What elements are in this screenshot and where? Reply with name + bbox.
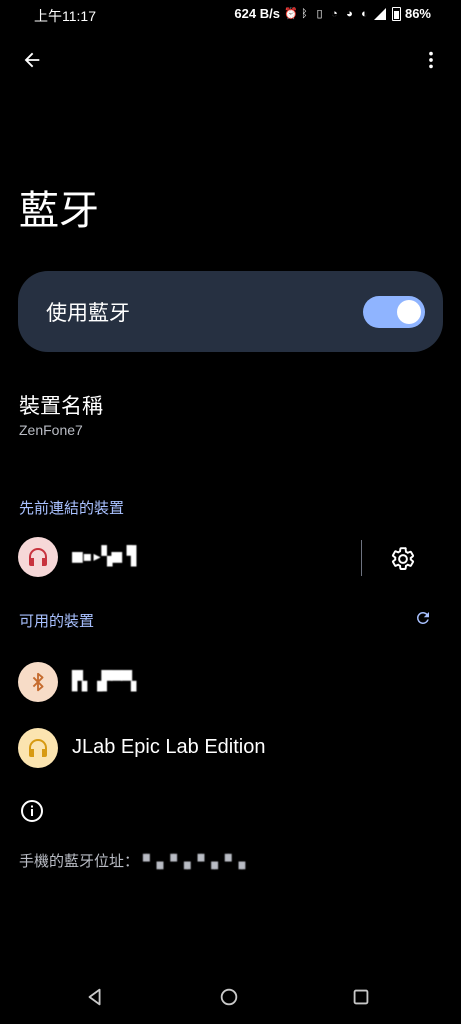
status-bar: 上午11:17 624 B/s ⏰ ᛒ ▯ ◔ ◕ ◐ 86% bbox=[0, 0, 461, 30]
info-icon bbox=[20, 799, 44, 823]
use-bluetooth-label: 使用藍牙 bbox=[46, 301, 130, 325]
refresh-button[interactable] bbox=[414, 609, 434, 629]
battery-percent: 86% bbox=[404, 6, 431, 21]
nav-recents-button[interactable] bbox=[350, 986, 372, 1008]
system-nav-bar bbox=[0, 970, 461, 1024]
device-name-value: ZenFone7 bbox=[19, 422, 83, 438]
signal-icon bbox=[373, 7, 386, 20]
headphones-icon bbox=[18, 537, 58, 577]
more-options-button[interactable] bbox=[415, 44, 447, 76]
arrow-back-icon bbox=[24, 52, 40, 68]
more-vert-icon bbox=[429, 51, 433, 69]
bluetooth-status-icon: ᛒ bbox=[301, 7, 308, 20]
switch-knob bbox=[397, 300, 421, 324]
available-device-name: ▛▖▗▛▀▀▖ bbox=[72, 671, 142, 692]
headphones-icon bbox=[18, 728, 58, 768]
wifi-calling-icon: ◕ bbox=[346, 7, 353, 20]
refresh-icon bbox=[416, 612, 429, 624]
bluetooth-address-value: ▝▘▗▖▝▘▗▖▝▘▗▖▝▘▗▖ bbox=[139, 855, 249, 870]
status-icons: 624 B/s ⏰ ᛒ ▯ ◔ ◕ ◐ 86% bbox=[234, 6, 431, 21]
nav-back-button[interactable] bbox=[84, 986, 106, 1008]
nav-home-icon bbox=[220, 988, 238, 1006]
battery-icon bbox=[391, 6, 401, 21]
wifi-icon: ◔ bbox=[331, 7, 338, 20]
device-name-title: 裝置名稱 bbox=[19, 394, 103, 418]
device-settings-button[interactable] bbox=[386, 542, 420, 576]
back-button[interactable] bbox=[16, 44, 48, 76]
available-devices-header: 可用的裝置 bbox=[19, 612, 95, 630]
alarm-icon: ⏰ bbox=[283, 7, 298, 20]
net-speed: 624 B/s bbox=[234, 6, 280, 21]
bluetooth-address: 手機的藍牙位址：▝▘▗▖▝▘▗▖▝▘▗▖▝▘▗▖ bbox=[19, 850, 249, 871]
gear-icon bbox=[391, 547, 415, 570]
page-title: 藍牙 bbox=[19, 188, 99, 234]
volte-icon: ◐ bbox=[361, 7, 368, 20]
status-time: 上午11:17 bbox=[34, 8, 96, 24]
nav-home-button[interactable] bbox=[218, 986, 240, 1008]
divider bbox=[361, 540, 362, 576]
bluetooth-icon bbox=[18, 662, 58, 702]
bluetooth-address-label: 手機的藍牙位址： bbox=[19, 852, 140, 870]
bluetooth-switch[interactable] bbox=[363, 296, 425, 328]
previous-device-name: ■▪▸▚■▝▌ bbox=[72, 546, 142, 567]
vibrate-icon: ▯ bbox=[316, 7, 323, 20]
previously-connected-header: 先前連結的裝置 bbox=[19, 499, 125, 517]
use-bluetooth-toggle-row[interactable]: 使用藍牙 bbox=[18, 271, 443, 352]
available-device-name: JLab Epic Lab Edition bbox=[72, 736, 266, 758]
nav-back-icon bbox=[88, 988, 101, 1006]
nav-recents-icon bbox=[353, 989, 369, 1005]
